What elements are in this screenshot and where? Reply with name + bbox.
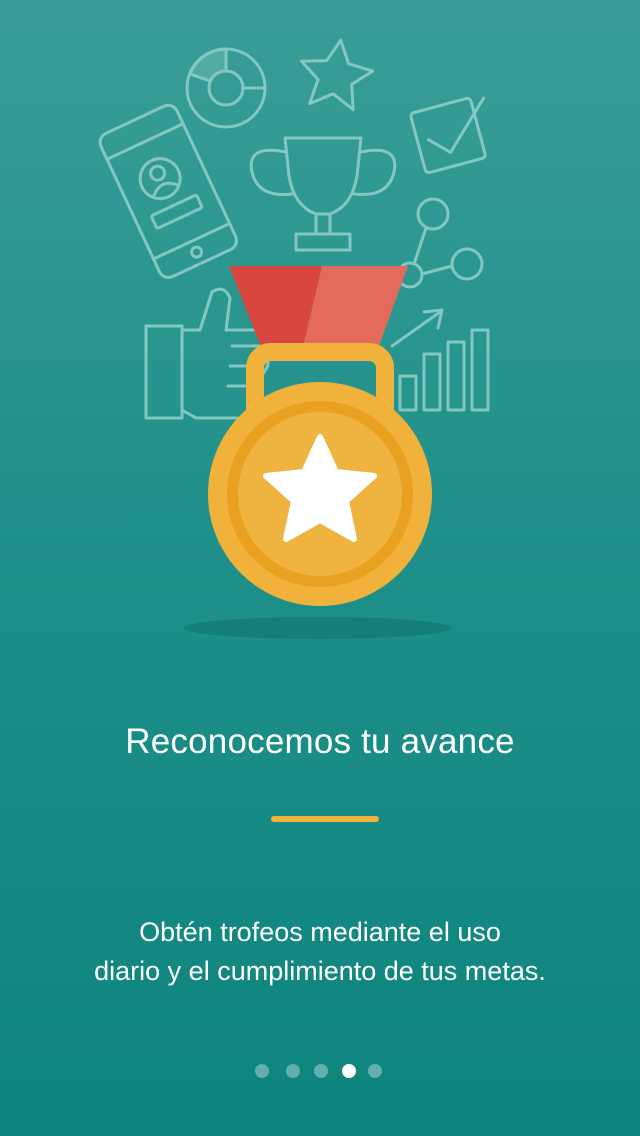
- network-nodes-icon: [396, 197, 484, 289]
- onboarding-screen: Reconocemos tu avance Obtén trofeos medi…: [0, 0, 640, 1136]
- trophy-icon: [249, 136, 397, 252]
- page-dot-1[interactable]: [255, 1064, 269, 1078]
- title-divider: [271, 816, 379, 822]
- checkbox-icon: [409, 96, 487, 175]
- star-outline-icon: [299, 38, 375, 112]
- page-dot-3[interactable]: [314, 1064, 328, 1078]
- smartphone-icon: [98, 103, 238, 279]
- achievements-illustration: [98, 38, 490, 639]
- description-line-2: diario y el cumplimiento de tus metas.: [94, 956, 546, 986]
- onboarding-description: Obtén trofeos mediante el uso diario y e…: [20, 913, 620, 991]
- bar-chart-icon: [390, 308, 490, 412]
- page-indicator: [0, 1063, 640, 1079]
- medal-icon: [184, 266, 452, 639]
- donut-chart-icon: [185, 47, 267, 129]
- page-dot-2[interactable]: [286, 1064, 300, 1078]
- description-line-1: Obtén trofeos mediante el uso: [139, 917, 501, 947]
- page-dot-5[interactable]: [368, 1064, 382, 1078]
- onboarding-title: Reconocemos tu avance: [125, 722, 515, 761]
- page-dot-4[interactable]: [342, 1064, 356, 1078]
